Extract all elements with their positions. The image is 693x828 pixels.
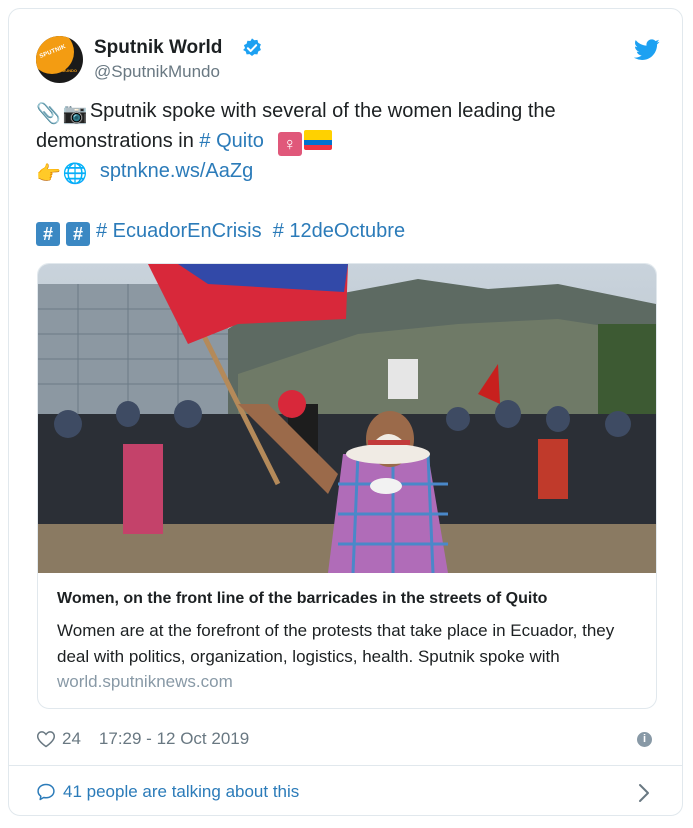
chevron-right-icon[interactable] — [637, 782, 651, 804]
camera-icon: 📷 — [62, 103, 88, 125]
card-domain: world.sputniknews.com — [57, 672, 233, 691]
paperclip-icon: 📎 — [36, 103, 61, 125]
tweet-timestamp[interactable]: 17:29 - 12 Oct 2019 — [99, 729, 249, 749]
heart-icon[interactable] — [36, 729, 56, 749]
speech-bubble-icon — [37, 783, 55, 801]
article-photo[interactable] — [38, 264, 656, 573]
tweet-text-continued: demonstrations in — [36, 130, 200, 152]
card-title[interactable]: Women, on the front line of the barricad… — [57, 590, 547, 608]
tweet-text-line-3: 👉 🌐 sptnkne.ws/AaZg — [36, 160, 253, 186]
hash-keycap-icon-2: # — [66, 222, 90, 246]
pointing-hand-icon: 👉 — [36, 163, 61, 185]
short-url-link[interactable]: sptnkne.ws/AaZg — [100, 160, 253, 182]
hashtag-ecuadorencrisis-link[interactable]: # EcuadorEnCrisis — [96, 220, 262, 242]
hash-keycap-icon-1: # — [36, 222, 60, 246]
author-name[interactable]: Sputnik World — [94, 37, 222, 59]
tweet-text-line-2: demonstrations in # Quito ♀ — [36, 130, 332, 156]
tweet-hashtags-line: # # # EcuadorEnCrisis # 12deOctubre — [36, 220, 405, 246]
avatar-logo-subtext: MUNDO — [61, 68, 77, 73]
conversation-text[interactable]: 41 people are talking about this — [63, 782, 299, 802]
tweet-text-line-1: 📎 📷 Sputnik spoke with several of the wome… — [36, 100, 556, 126]
embedded-tweet-card: SPUTNIK MUNDO Sputnik World @SputnikMund… — [8, 8, 683, 816]
info-icon[interactable]: i — [637, 732, 652, 747]
tweet-meta-row: 24 17:29 - 12 Oct 2019 — [36, 729, 249, 749]
link-preview-card[interactable]: Women, on the front line of the barricad… — [37, 263, 657, 709]
author-avatar[interactable]: SPUTNIK MUNDO — [36, 36, 83, 83]
tweet-text: Sputnik spoke with several of the women … — [89, 100, 556, 122]
female-sign-icon: ♀ — [277, 132, 302, 156]
globe-icon: 🌐 — [62, 163, 88, 185]
verified-badge-icon — [243, 38, 261, 56]
like-count[interactable]: 24 — [62, 729, 81, 749]
conversation-link[interactable]: 41 people are talking about this — [36, 782, 299, 802]
hashtag-quito-link[interactable]: # Quito — [199, 130, 263, 152]
ecuador-flag-icon — [303, 130, 332, 150]
card-description: Women are at the forefront of the protes… — [57, 621, 615, 666]
hashtag-12deoctubre-link[interactable]: # 12deOctubre — [273, 220, 405, 242]
footer-divider — [9, 765, 682, 766]
author-handle[interactable]: @SputnikMundo — [94, 62, 220, 82]
twitter-bird-icon[interactable] — [634, 39, 660, 61]
